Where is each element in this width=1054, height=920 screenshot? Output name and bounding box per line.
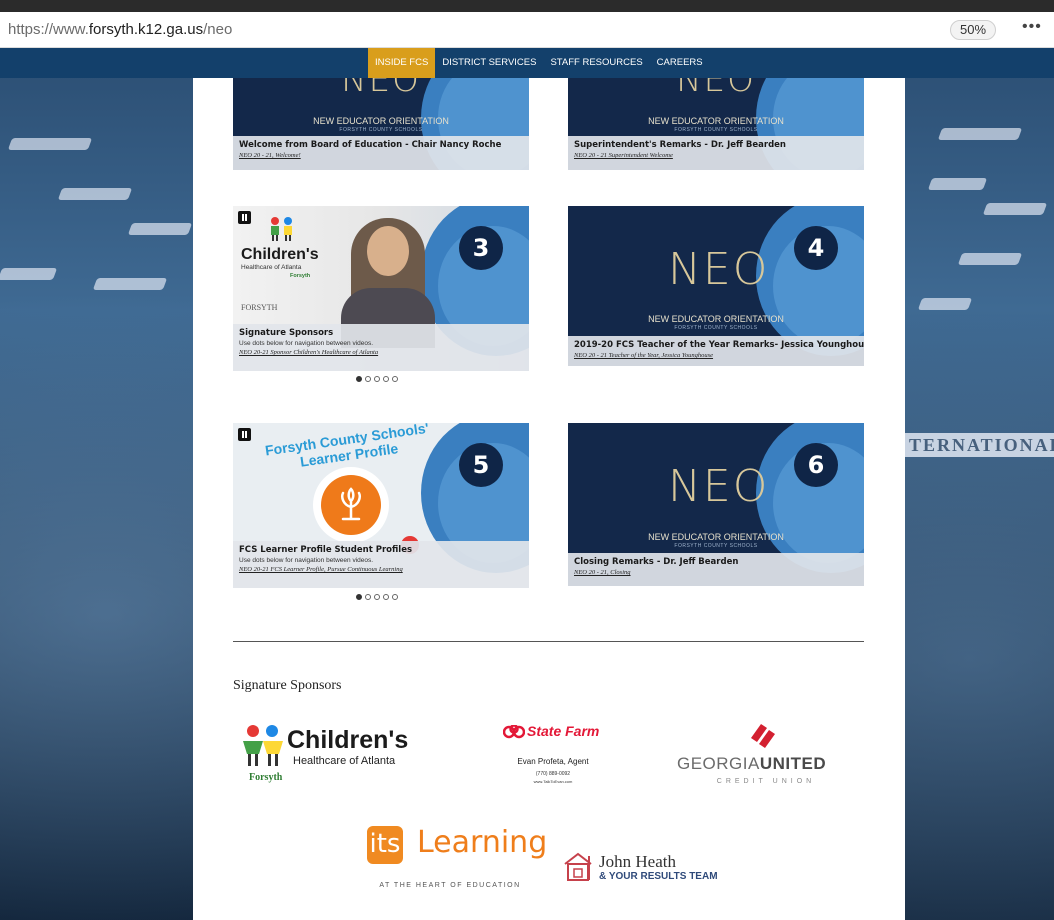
neo-subtitle: NEW EDUCATOR ORIENTATION (648, 314, 784, 324)
carousel-dot[interactable] (392, 376, 398, 382)
georgia-united-name: GEORGIAUNITED (677, 754, 826, 774)
neo-org: FORSYTH COUNTY SCHOOLS (674, 543, 758, 549)
carousel-dot[interactable] (383, 376, 389, 382)
statefarm-site: www.TalkToEvan.com (533, 779, 573, 784)
georgia-united-sub: CREDIT UNION (716, 778, 816, 785)
video-number-badge: 5 (459, 443, 503, 487)
video-card-6[interactable]: NEO NEW EDUCATOR ORIENTATION FORSYTH COU… (568, 423, 864, 586)
childrens-overlay-loc: Forsyth (290, 273, 311, 279)
carousel-dot[interactable] (374, 376, 380, 382)
card-link[interactable]: NEO 20 - 21 Superintendent Welcome (574, 152, 858, 159)
sponsors-heading: Signature Sponsors (233, 678, 342, 693)
card-title: 2019-20 FCS Teacher of the Year Remarks-… (574, 340, 864, 350)
carousel-dot[interactable] (383, 594, 389, 600)
neo-logo: NEO (668, 244, 770, 295)
card-link[interactable]: NEO 20 - 21, Closing (574, 569, 858, 576)
carousel-dot[interactable] (365, 376, 371, 382)
video-card-3[interactable]: Children's Healthcare of Atlanta Forsyth… (233, 206, 529, 371)
nav-inside-fcs[interactable]: INSIDE FCS (368, 48, 436, 78)
john-heath-team: & YOUR RESULTS TEAM (599, 871, 718, 882)
georgia-united-bold: UNITED (759, 754, 827, 773)
its-box: its (367, 826, 403, 864)
main-nav: INSIDE FCS DISTRICT SERVICES STAFF RESOU… (0, 48, 1054, 78)
sponsor-john-heath-logo[interactable]: John Heath & YOUR RESULTS TEAM (563, 850, 763, 890)
video-number-badge: 3 (459, 226, 503, 270)
neo-subtitle: NEW EDUCATOR ORIENTATION (648, 532, 784, 542)
sponsor-itslearning-logo[interactable]: its Learning AT THE HEART OF EDUCATION (365, 822, 547, 898)
card-title: Superintendent's Remarks - Dr. Jeff Bear… (574, 140, 786, 150)
video-number-badge: 6 (794, 443, 838, 487)
section-divider (233, 641, 864, 642)
neo-logo: NEO (668, 461, 770, 512)
carousel-dot[interactable] (356, 376, 362, 382)
card-title: Closing Remarks - Dr. Jeff Bearden (574, 557, 739, 567)
video-card-5[interactable]: Forsyth County Schools' Learner Profile … (233, 423, 529, 588)
statefarm-rings-icon (503, 725, 525, 739)
sponsor-statefarm-logo[interactable]: State Farm Evan Profeta, Agent (770) 889… (493, 723, 613, 793)
video-card-4[interactable]: NEO NEW EDUCATOR ORIENTATION FORSYTH COU… (568, 206, 864, 366)
url-domain: forsyth.k12.ga.us (88, 21, 204, 38)
learner-profile-icon (321, 475, 381, 535)
neo-logo: NEO (341, 78, 421, 100)
url-text[interactable]: https://www.forsyth.k12.ga.us/neo (8, 21, 232, 38)
childrens-overlay-sub: Healthcare of Atlanta (241, 264, 302, 271)
browser-top-strip (0, 0, 1054, 12)
card-title: FCS Learner Profile Student Profiles (239, 545, 413, 555)
background-sign: TERNATIONAL (905, 433, 1054, 457)
neo-org: FORSYTH COUNTY SCHOOLS (674, 127, 758, 133)
neo-org: FORSYTH COUNTY SCHOOLS (339, 127, 423, 133)
carousel-dot[interactable] (365, 594, 371, 600)
childrens-loc: Forsyth (249, 772, 283, 783)
pause-icon[interactable] (238, 428, 251, 441)
sponsor-georgia-united-logo[interactable]: GEORGIAUNITED CREDIT UNION (671, 720, 871, 800)
sponsor-childrens-logo[interactable]: Children's Healthcare of Atlanta Forsyth (241, 722, 431, 792)
card-link[interactable]: NEO 20 - 21, Welcome! (239, 152, 523, 159)
carousel-dots-2 (356, 594, 398, 600)
video-card-1[interactable]: NEO NEW EDUCATOR ORIENTATION FORSYTH COU… (233, 78, 529, 170)
statefarm-phone: (770) 889-0092 (535, 771, 571, 777)
video-card-2[interactable]: NEO NEW EDUCATOR ORIENTATION FORSYTH COU… (568, 78, 864, 170)
carousel-dots-1 (356, 376, 398, 382)
carousel-dot[interactable] (374, 594, 380, 600)
more-menu-icon[interactable]: ••• (1022, 18, 1042, 36)
nav-careers[interactable]: CAREERS (650, 48, 710, 78)
card-title: Welcome from Board of Education - Chair … (239, 140, 502, 150)
statefarm-agent: Evan Profeta, Agent (517, 757, 589, 766)
childrens-kids-icon (243, 725, 283, 766)
childrens-name: Children's (287, 726, 409, 754)
card-desc: Use dots below for navigation between vi… (239, 557, 374, 564)
neo-subtitle: NEW EDUCATOR ORIENTATION (313, 116, 449, 126)
georgia-united-mark-icon (751, 724, 775, 748)
url-path: /neo (203, 21, 233, 38)
card-link[interactable]: NEO 20-21 Sponsor Children's Healthcare … (239, 349, 523, 356)
speaker-face (367, 226, 409, 276)
neo-org: FORSYTH COUNTY SCHOOLS (674, 325, 758, 331)
card-link[interactable]: NEO 20 - 21 Teacher of the Year, Jessica… (574, 352, 858, 359)
georgia-united-light: GEORGIA (677, 754, 760, 773)
carousel-dot[interactable] (356, 594, 362, 600)
address-bar[interactable]: https://www.forsyth.k12.ga.us/neo 50% ••… (0, 12, 1054, 48)
neo-logo: NEO (676, 78, 756, 100)
url-prefix: https://www. (8, 21, 89, 38)
john-heath-name: John Heath (599, 852, 676, 871)
childrens-sub: Healthcare of Atlanta (293, 755, 396, 767)
card-link[interactable]: NEO 20-21 FCS Learner Profile, Pursue Co… (239, 566, 523, 573)
zoom-indicator[interactable]: 50% (950, 20, 996, 40)
forsyth-corner-logo: FORSYTH (241, 303, 278, 312)
card-title: Signature Sponsors (239, 328, 334, 338)
itslearning-tagline: AT THE HEART OF EDUCATION (379, 882, 521, 889)
childrens-kids-icon (267, 216, 297, 242)
house-sign-icon (564, 852, 592, 881)
learning-word: Learning (417, 825, 548, 860)
nav-staff-resources[interactable]: STAFF RESOURCES (543, 48, 649, 78)
carousel-dot[interactable] (392, 594, 398, 600)
pause-icon[interactable] (238, 211, 251, 224)
nav-district-services[interactable]: DISTRICT SERVICES (435, 48, 543, 78)
neo-subtitle: NEW EDUCATOR ORIENTATION (648, 116, 784, 126)
statefarm-name: State Farm (527, 723, 600, 739)
main-content: NEO NEW EDUCATOR ORIENTATION FORSYTH COU… (193, 78, 905, 920)
childrens-overlay-brand: Children's (241, 246, 319, 263)
video-number-badge: 4 (794, 226, 838, 270)
card-desc: Use dots below for navigation between vi… (239, 340, 374, 347)
